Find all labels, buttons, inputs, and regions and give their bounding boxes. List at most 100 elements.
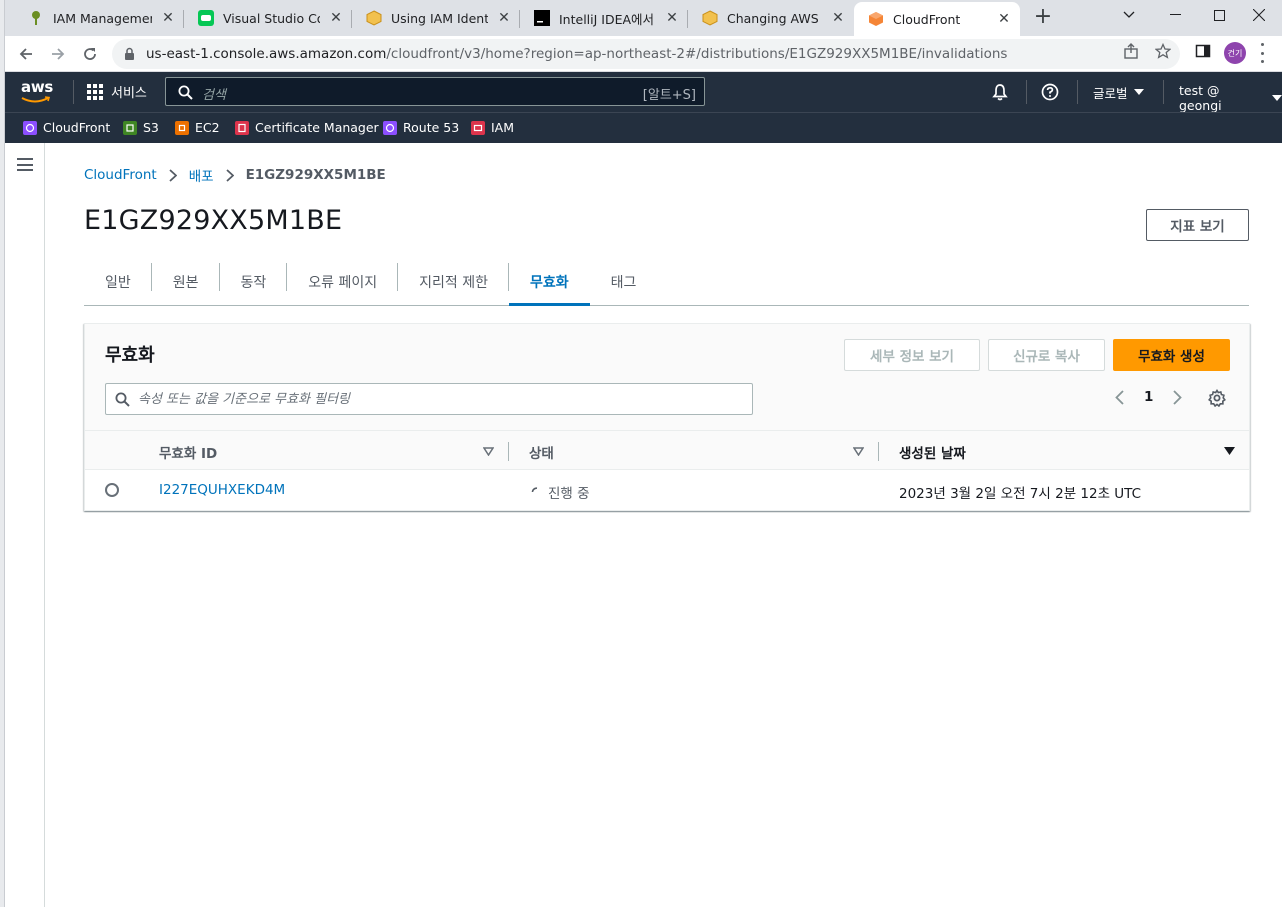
services-label: 서비스 <box>111 86 147 101</box>
column-header-created-date[interactable]: 생성된 날짜 <box>899 442 966 462</box>
bookmark-star-icon[interactable] <box>1154 42 1172 60</box>
tab-title: CloudFront <box>893 11 961 27</box>
close-icon[interactable]: ✕ <box>830 10 846 26</box>
back-arrow-icon[interactable] <box>14 42 38 66</box>
side-panel-icon[interactable] <box>1194 42 1212 60</box>
account-menu[interactable]: test @ geongi <box>1179 83 1282 113</box>
sort-caret-icon[interactable] <box>852 445 865 460</box>
help-icon[interactable] <box>1041 83 1059 101</box>
sort-caret-icon[interactable] <box>482 445 495 460</box>
close-icon[interactable]: ✕ <box>996 11 1012 27</box>
view-metrics-button[interactable]: 지표 보기 <box>1146 209 1249 241</box>
browser-tab[interactable]: IAM Management ✕ <box>14 3 184 33</box>
favorite-route-53[interactable]: Route 53 <box>383 120 459 135</box>
tab-title: IntelliJ IDEA에서 AV <box>559 11 656 27</box>
search-placeholder: 검색 <box>202 88 226 103</box>
region-selector[interactable]: 글로벌 <box>1093 83 1144 102</box>
close-icon[interactable]: ✕ <box>664 10 680 26</box>
favorite-ec2[interactable]: EC2 <box>175 120 220 135</box>
panel-title: 무효화 <box>105 345 155 366</box>
breadcrumb-current: E1GZ929XX5M1BE <box>245 167 386 183</box>
loading-spinner-icon <box>531 486 538 492</box>
window-close-icon[interactable] <box>1236 0 1282 30</box>
terminal-favicon-icon <box>534 10 550 26</box>
tab-general[interactable]: 일반 <box>84 259 152 305</box>
search-shortcut: [알트+S] <box>642 88 696 103</box>
search-icon <box>178 85 193 104</box>
profile-avatar[interactable]: 건기 <box>1224 42 1246 64</box>
browser-tab[interactable]: IntelliJ IDEA에서 AV ✕ <box>520 3 688 33</box>
lock-icon[interactable] <box>124 47 135 65</box>
tab-behaviors[interactable]: 동작 <box>220 259 288 305</box>
minimize-icon[interactable] <box>1152 0 1198 30</box>
sort-descending-icon[interactable] <box>1224 445 1235 460</box>
create-invalidation-button[interactable]: 무효화 생성 <box>1113 339 1230 371</box>
tab-search-icon[interactable] <box>1106 0 1152 30</box>
tab-invalidations[interactable]: 무효화 <box>509 259 590 306</box>
caret-down-icon <box>1133 89 1144 95</box>
invalidation-id-link[interactable]: I227EQUHXEKD4M <box>159 482 285 498</box>
settings-gear-icon[interactable] <box>1208 389 1226 407</box>
pagination: 1 <box>1115 389 1183 405</box>
chevron-right-icon[interactable] <box>1173 389 1183 405</box>
region-label: 글로벌 <box>1093 86 1128 101</box>
line-favicon-icon <box>198 10 214 26</box>
distribution-tabs: 일반 원본 동작 오류 페이지 지리적 제한 무효화 태그 <box>84 259 1249 306</box>
notifications-bell-icon[interactable] <box>991 83 1009 101</box>
browser-tab[interactable]: Visual Studio Code ✕ <box>184 3 352 33</box>
page-title: E1GZ929XX5M1BE <box>84 205 343 236</box>
certificate-manager-service-icon <box>235 120 249 135</box>
menu-hamburger-icon[interactable] <box>17 158 33 171</box>
column-header-status[interactable]: 상태 <box>529 442 554 462</box>
aws-docs-favicon-icon <box>366 10 382 26</box>
favorite-s3[interactable]: S3 <box>123 120 159 135</box>
browser-tab[interactable]: Using IAM Identity ✕ <box>352 3 520 33</box>
tab-error-pages[interactable]: 오류 페이지 <box>287 259 399 305</box>
services-menu[interactable]: 서비스 <box>87 82 147 101</box>
close-icon[interactable]: ✕ <box>328 10 344 26</box>
row-select-radio[interactable] <box>105 483 119 497</box>
favorite-cloudfront[interactable]: CloudFront <box>23 120 110 135</box>
side-navigation-rail <box>5 143 45 907</box>
close-icon[interactable]: ✕ <box>160 10 176 26</box>
tab-geographic-restrictions[interactable]: 지리적 제한 <box>398 259 510 305</box>
invalidation-filter[interactable] <box>105 383 753 415</box>
copy-to-new-button[interactable]: 신규로 복사 <box>988 339 1105 371</box>
tab-origins[interactable]: 원본 <box>152 259 220 305</box>
view-details-button[interactable]: 세부 정보 보기 <box>844 339 980 371</box>
tab-title: Changing AWS Reg <box>727 10 822 26</box>
chevron-left-icon[interactable] <box>1115 389 1124 405</box>
chevron-right-icon <box>169 168 177 182</box>
reload-icon[interactable] <box>78 42 102 66</box>
browser-tab-strip: IAM Management ✕ Visual Studio Code ✕ Us… <box>0 0 1282 36</box>
cloudfront-favicon-icon <box>868 11 884 27</box>
breadcrumb-distributions[interactable]: 배포 <box>189 165 214 185</box>
url-bar[interactable]: us-east-1.console.aws.amazon.com/cloudfr… <box>112 39 1180 69</box>
favorite-certificate-manager[interactable]: Certificate Manager <box>235 120 379 135</box>
search-icon <box>115 392 130 411</box>
aws-docs-favicon-icon <box>702 10 718 26</box>
aws-logo[interactable]: aws <box>21 80 57 104</box>
close-icon[interactable]: ✕ <box>496 10 512 26</box>
services-grid-icon <box>87 83 103 100</box>
new-tab-button[interactable]: + <box>1030 5 1056 31</box>
tab-title: IAM Management <box>53 10 152 26</box>
favorite-iam[interactable]: IAM <box>471 120 514 135</box>
forward-arrow-icon[interactable] <box>46 42 70 66</box>
column-header-invalidation-id[interactable]: 무효화 ID <box>159 442 217 462</box>
s3-service-icon <box>123 120 137 135</box>
iam-favicon-icon <box>28 10 44 26</box>
status-cell: 진행 중 <box>531 482 590 502</box>
breadcrumb-cloudfront[interactable]: CloudFront <box>84 167 157 183</box>
filter-input[interactable] <box>138 390 738 408</box>
chevron-right-icon <box>225 168 234 182</box>
browser-tab-active[interactable]: CloudFront ✕ <box>854 2 1020 36</box>
browser-menu-icon[interactable] <box>1258 43 1266 63</box>
share-icon[interactable] <box>1122 42 1140 60</box>
aws-search-input[interactable]: 검색 [알트+S] <box>165 77 705 106</box>
browser-tab[interactable]: Changing AWS Reg ✕ <box>688 3 854 33</box>
aws-top-nav: aws 서비스 검색 [알트+S] 글로벌 test @ geongi <box>5 72 1282 113</box>
invalidations-panel: 무효화 세부 정보 보기 신규로 복사 무효화 생성 1 무효화 ID 상태 생… <box>84 323 1250 511</box>
current-page-number[interactable]: 1 <box>1144 389 1153 405</box>
tab-tags[interactable]: 태그 <box>590 259 658 305</box>
